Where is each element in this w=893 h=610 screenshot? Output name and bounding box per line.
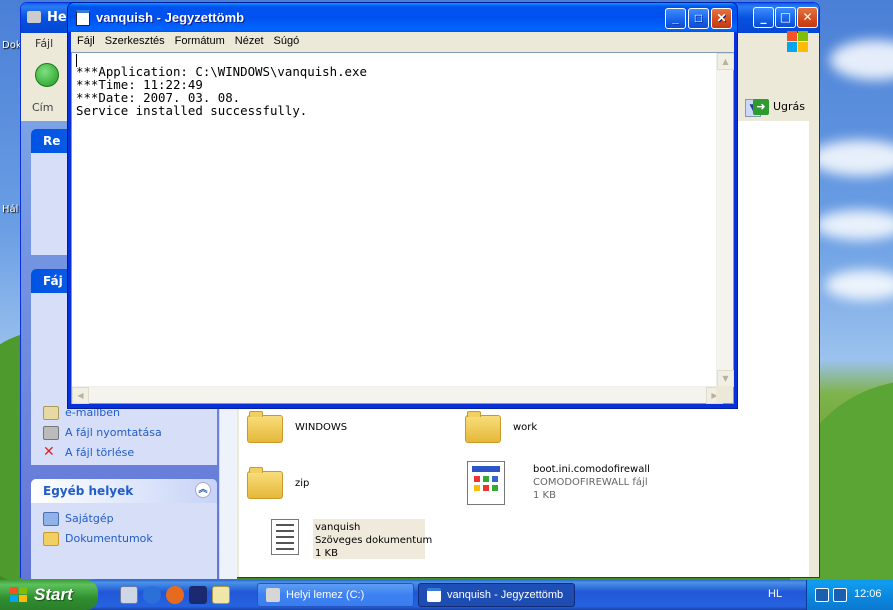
notepad-window: vanquish - Jegyzettömb _ □ ✕ Fájl Szerke… <box>67 2 738 409</box>
save-icon[interactable] <box>189 586 207 604</box>
back-button[interactable] <box>35 63 59 87</box>
network-icon[interactable] <box>833 588 847 602</box>
folder-icon[interactable] <box>465 411 501 443</box>
other-places-box: Egyéb helyek ︽ Sajátgép Dokumentumok <box>31 479 217 579</box>
print-file-link[interactable]: A fájl nyomtatása <box>31 423 217 443</box>
size-grip[interactable] <box>716 386 733 403</box>
security-icon[interactable] <box>815 588 829 602</box>
file-entry-selected[interactable]: vanquish Szöveges dokumentum 1 KB <box>315 521 432 560</box>
printer-icon <box>43 426 59 440</box>
vertical-scrollbar[interactable]: ▲ ▼ <box>716 53 734 387</box>
folder-icon[interactable] <box>247 467 283 499</box>
text-editor[interactable]: ***Application: C:\WINDOWS\vanquish.exe … <box>71 52 734 404</box>
menu-format[interactable]: Formátum <box>175 35 225 49</box>
firefox-icon[interactable] <box>166 586 184 604</box>
clock[interactable]: 12:06 <box>854 588 882 600</box>
delete-file-link[interactable]: ✕ A fájl törlése <box>31 443 217 463</box>
notepad-icon <box>76 10 90 26</box>
scroll-down-icon[interactable]: ▼ <box>717 370 734 387</box>
desktop-icon-label[interactable]: Dok <box>2 40 22 51</box>
drive-icon <box>27 11 41 23</box>
email-icon <box>43 406 59 420</box>
windows-logo-icon <box>10 587 28 603</box>
address-label: Cím <box>32 101 54 114</box>
taskbar-button-notepad[interactable]: vanquish - Jegyzettömb <box>418 583 575 607</box>
other-places-header[interactable]: Egyéb helyek ︽ <box>31 479 217 503</box>
language-indicator[interactable]: HL <box>768 588 782 600</box>
windows-logo-icon <box>787 31 809 53</box>
taskbar-button-explorer[interactable]: Helyi lemez (C:) <box>257 583 414 607</box>
internet-explorer-icon[interactable] <box>143 586 161 604</box>
computer-icon <box>43 512 59 526</box>
taskbar: Start Helyi lemez (C:) vanquish - Jegyze… <box>0 580 893 610</box>
explorer-scrollbar[interactable] <box>219 393 237 579</box>
start-button[interactable]: Start <box>0 580 98 610</box>
quicklaunch-icon[interactable] <box>120 586 138 604</box>
notepad-menubar: Fájl Szerkesztés Formátum Nézet Súgó <box>71 32 734 52</box>
menu-file[interactable]: Fájl <box>77 35 95 49</box>
notepad-title: vanquish - Jegyzettömb <box>96 10 245 25</box>
menu-view[interactable]: Nézet <box>235 35 264 49</box>
text-document-icon[interactable] <box>271 519 299 555</box>
cloud <box>815 210 893 240</box>
scroll-up-icon[interactable]: ▲ <box>717 53 734 70</box>
close-button[interactable]: ✕ <box>711 8 732 29</box>
notepad-icon <box>427 588 441 602</box>
desktop-icon-label[interactable]: Hál <box>2 204 18 215</box>
scroll-left-icon[interactable]: ◀ <box>72 387 89 404</box>
delete-x-icon: ✕ <box>43 444 55 460</box>
drive-icon <box>266 588 280 602</box>
cloud <box>830 40 893 80</box>
documents-link[interactable]: Dokumentumok <box>31 529 217 549</box>
cloud <box>810 140 893 176</box>
system-tray: 12:06 <box>806 580 893 610</box>
notes-icon[interactable] <box>212 586 230 604</box>
file-entry[interactable]: boot.ini.comodofirewall COMODOFIREWALL f… <box>533 463 650 502</box>
system-file-icon[interactable] <box>467 461 505 505</box>
arrow-right-icon: ➜ <box>753 99 769 115</box>
maximize-button[interactable]: □ <box>775 7 796 28</box>
collapse-icon[interactable]: ︽ <box>195 482 211 498</box>
document-text[interactable]: ***Application: C:\WINDOWS\vanquish.exe … <box>76 65 367 117</box>
maximize-button[interactable]: □ <box>688 8 709 29</box>
horizontal-scrollbar[interactable]: ◀ ▶ <box>72 386 723 404</box>
minimize-button[interactable]: _ <box>665 8 686 29</box>
close-button[interactable]: ✕ <box>797 7 818 28</box>
notepad-titlebar[interactable]: vanquish - Jegyzettömb _ □ ✕ <box>68 3 737 32</box>
folder-icon <box>43 532 59 546</box>
file-name[interactable]: work <box>513 421 537 434</box>
minimize-button[interactable]: _ <box>753 7 774 28</box>
file-name[interactable]: WINDOWS <box>295 421 347 434</box>
menu-help[interactable]: Súgó <box>274 35 300 49</box>
my-computer-link[interactable]: Sajátgép <box>31 509 217 529</box>
menu-file[interactable]: Fájl <box>35 37 53 50</box>
file-name[interactable]: zip <box>295 477 309 490</box>
cloud <box>825 270 893 300</box>
folder-icon[interactable] <box>247 411 283 443</box>
go-button[interactable]: ➜ Ugrás <box>753 99 809 119</box>
menu-edit[interactable]: Szerkesztés <box>105 35 165 49</box>
